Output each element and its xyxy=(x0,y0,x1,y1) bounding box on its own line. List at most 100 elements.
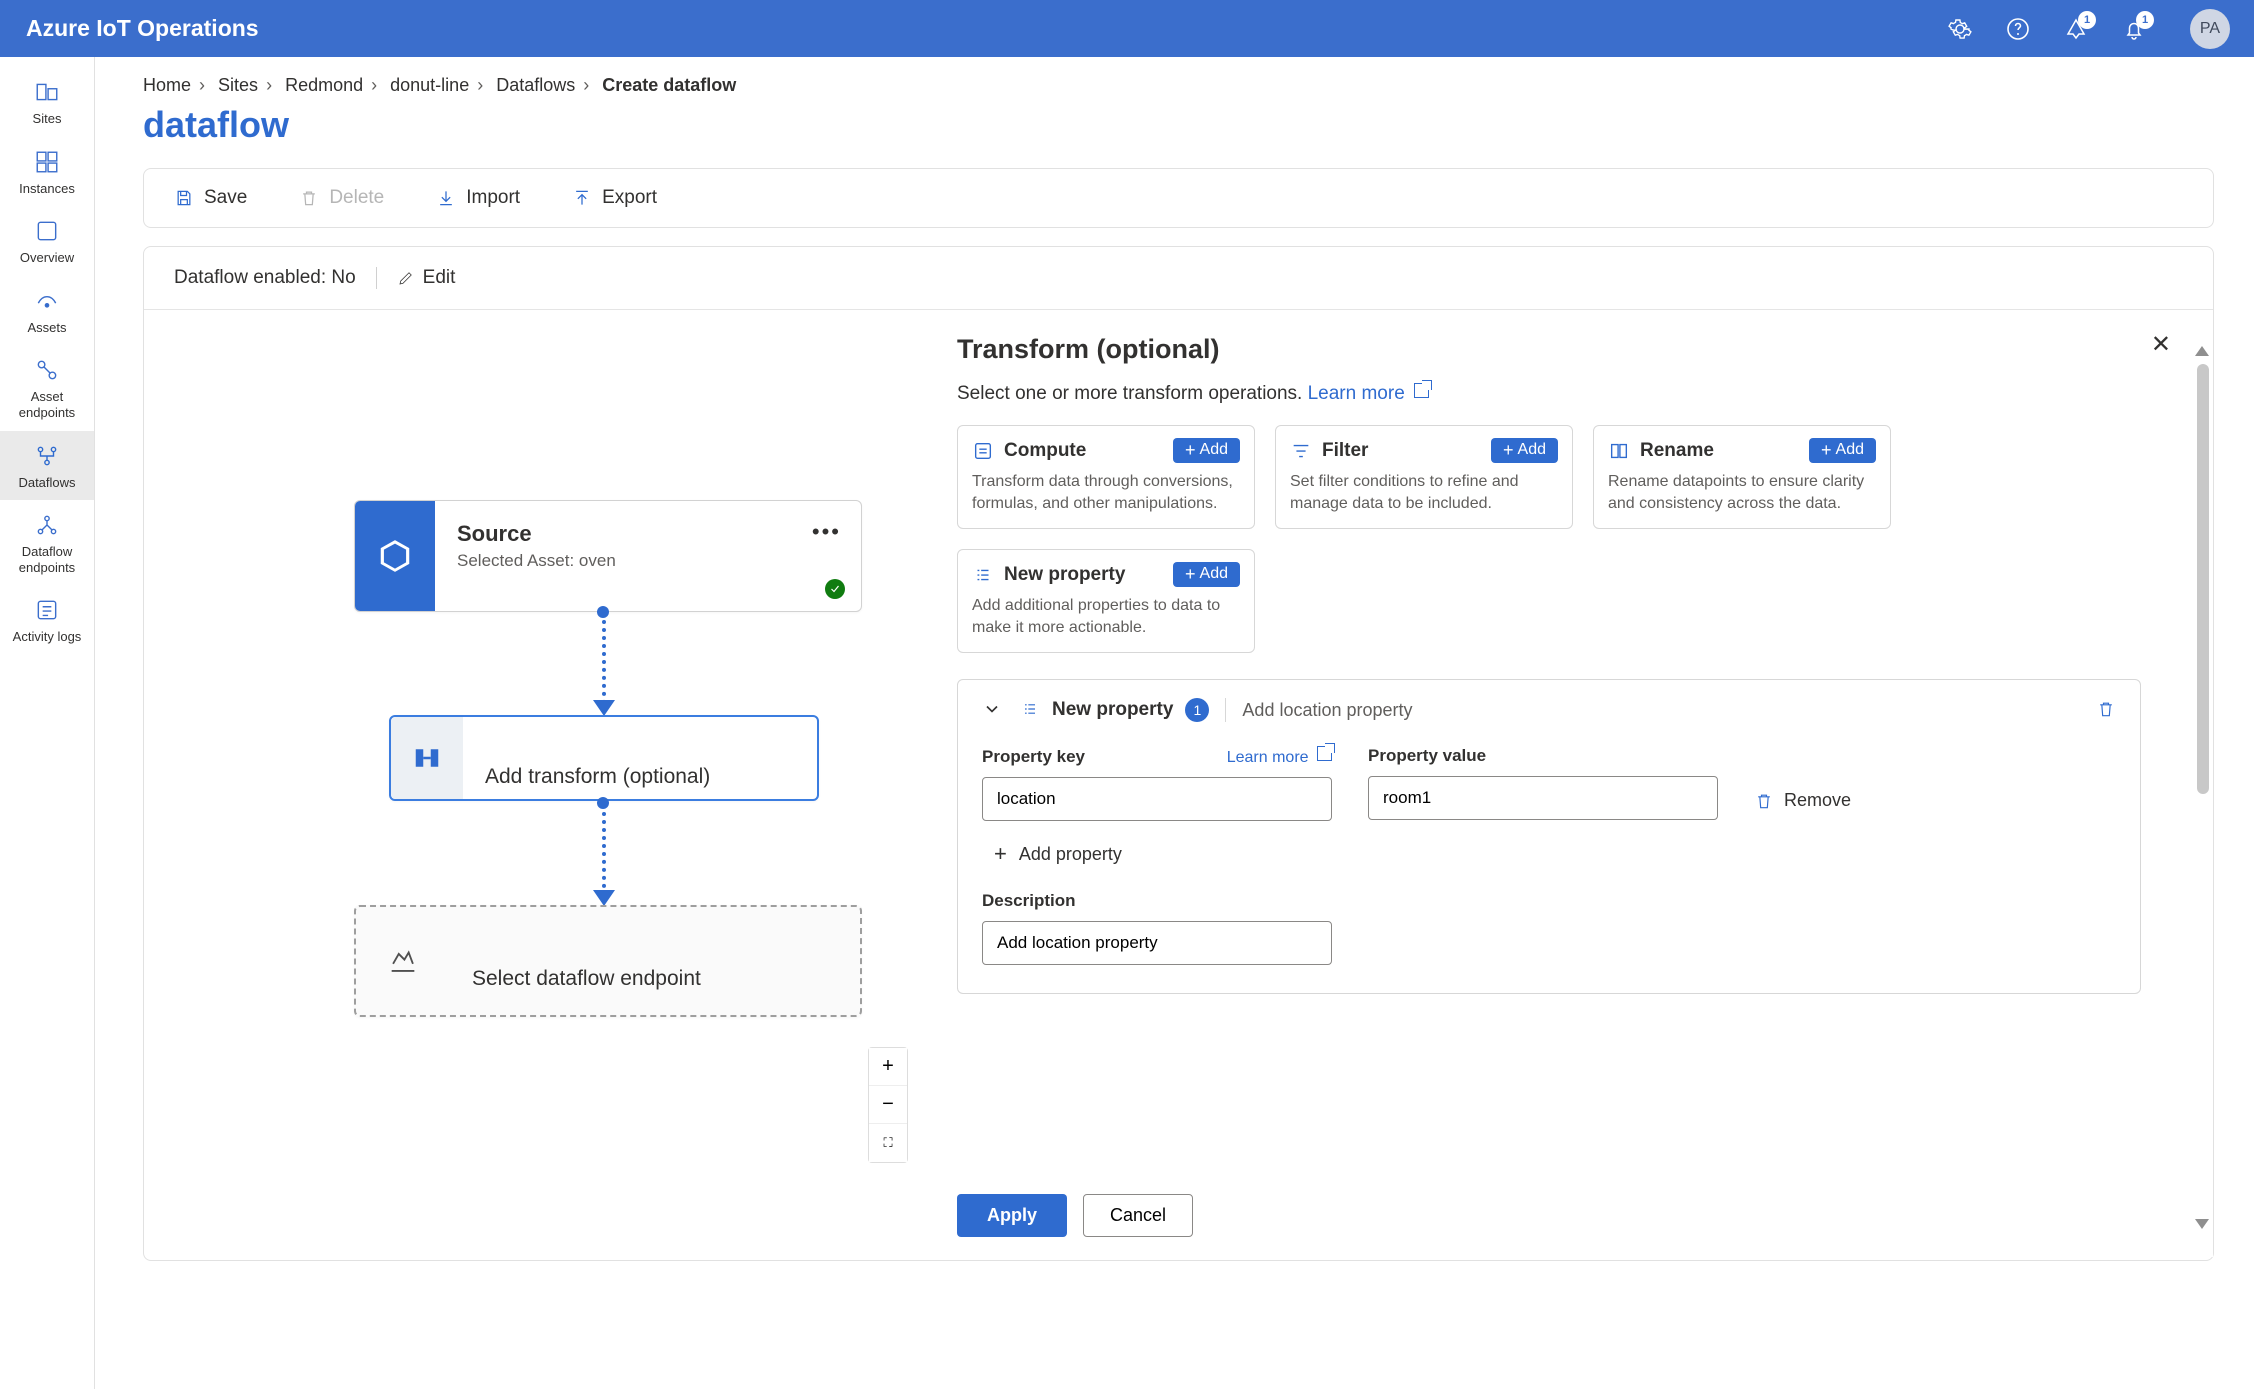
left-nav: Sites Instances Overview Assets Asset en… xyxy=(0,57,95,1389)
apply-button[interactable]: Apply xyxy=(957,1194,1067,1237)
page-title: dataflow xyxy=(143,104,2214,146)
zoom-out-button[interactable]: − xyxy=(869,1086,907,1124)
settings-icon[interactable] xyxy=(1948,17,1972,41)
learn-more-link[interactable]: Learn more xyxy=(1308,383,1429,404)
toolbar: Save Delete Import Export xyxy=(143,168,2214,228)
notifications-badge: 1 xyxy=(2136,11,2154,29)
nav-label: Overview xyxy=(20,250,74,266)
new-property-card: New property +Add Add additional propert… xyxy=(957,549,1255,653)
import-button[interactable]: Import xyxy=(436,187,520,209)
nav-label: Instances xyxy=(19,181,75,197)
description-input[interactable] xyxy=(982,921,1332,965)
breadcrumb-link[interactable]: Home xyxy=(143,75,191,95)
nav-activity-logs[interactable]: Activity logs xyxy=(0,585,94,655)
zoom-in-button[interactable]: + xyxy=(869,1048,907,1086)
topbar: Azure IoT Operations 1 1 PA xyxy=(0,0,2254,57)
compute-add-button[interactable]: +Add xyxy=(1173,438,1240,463)
zoom-fit-button[interactable]: ⛶ xyxy=(869,1124,907,1162)
newprop-add-button[interactable]: +Add xyxy=(1173,562,1240,587)
source-node[interactable]: Source Selected Asset: oven ••• xyxy=(354,500,862,612)
source-title: Source xyxy=(457,521,841,547)
breadcrumb-current: Create dataflow xyxy=(602,75,736,95)
breadcrumb-link[interactable]: Sites xyxy=(218,75,258,95)
nav-label: Asset endpoints xyxy=(4,389,90,420)
alerts-badge: 1 xyxy=(2078,11,2096,29)
transform-node[interactable]: Add transform (optional) xyxy=(389,715,819,801)
graph: Source Selected Asset: oven ••• xyxy=(144,310,924,1257)
rename-card: Rename +Add Rename datapoints to ensure … xyxy=(1593,425,1891,529)
export-button[interactable]: Export xyxy=(572,187,657,209)
breadcrumbs: Home› Sites› Redmond› donut-line› Datafl… xyxy=(143,75,2214,96)
description-label: Description xyxy=(982,891,2116,911)
section-heading: New property xyxy=(1052,699,1173,721)
chevron-down-icon[interactable] xyxy=(982,699,1004,722)
notifications-icon[interactable]: 1 xyxy=(2122,17,2146,41)
remove-property-link[interactable]: Remove xyxy=(1754,780,1851,821)
rename-add-button[interactable]: +Add xyxy=(1809,438,1876,463)
panel-subtitle: Select one or more transform operations.… xyxy=(957,383,2171,405)
nav-label: Dataflows xyxy=(18,475,75,491)
breadcrumb-link[interactable]: Redmond xyxy=(285,75,363,95)
filter-add-button[interactable]: +Add xyxy=(1491,438,1558,463)
filter-icon xyxy=(1290,440,1312,462)
scroll-down-icon[interactable] xyxy=(2195,1219,2209,1229)
section-row-desc: Add location property xyxy=(1242,700,2096,721)
panel-title: Transform (optional) xyxy=(957,334,2151,365)
canvas: Source Selected Asset: oven ••• xyxy=(144,310,2213,1257)
panel-close-icon[interactable]: ✕ xyxy=(2151,330,2171,359)
source-ok-badge xyxy=(825,579,845,599)
canvas-wrap: Dataflow enabled: No Edit Source xyxy=(143,246,2214,1261)
dataflow-enabled-label: Dataflow enabled: No xyxy=(174,267,356,289)
property-value-input[interactable] xyxy=(1368,776,1718,820)
source-more-icon[interactable]: ••• xyxy=(812,519,841,545)
transform-title: Add transform (optional) xyxy=(485,737,797,789)
alerts-icon[interactable]: 1 xyxy=(2064,17,2088,41)
nav-overview[interactable]: Overview xyxy=(0,206,94,276)
property-key-label: Property key Learn more xyxy=(982,746,1332,767)
nav-assets[interactable]: Assets xyxy=(0,276,94,346)
list-icon xyxy=(972,564,994,586)
breadcrumb-link[interactable]: Dataflows xyxy=(496,75,575,95)
property-count-badge: 1 xyxy=(1185,698,1209,722)
filter-card: Filter +Add Set filter conditions to ref… xyxy=(1275,425,1573,529)
nav-sites[interactable]: Sites xyxy=(0,67,94,137)
scrollbar[interactable] xyxy=(2197,364,2209,794)
save-button[interactable]: Save xyxy=(174,187,247,209)
nav-dataflow-endpoints[interactable]: Dataflow endpoints xyxy=(0,500,94,585)
list-icon xyxy=(1020,699,1040,722)
nav-label: Assets xyxy=(27,320,66,336)
nav-dataflows[interactable]: Dataflows xyxy=(0,431,94,501)
scroll-up-icon[interactable] xyxy=(2195,346,2209,356)
breadcrumb-link[interactable]: donut-line xyxy=(390,75,469,95)
compute-card: Compute +Add Transform data through conv… xyxy=(957,425,1255,529)
brand-title: Azure IoT Operations xyxy=(26,15,1948,42)
compute-icon xyxy=(972,440,994,462)
external-link-icon xyxy=(1414,383,1429,398)
delete-section-icon[interactable] xyxy=(2096,699,2116,722)
transform-icon xyxy=(391,717,463,799)
nav-label: Activity logs xyxy=(13,629,82,645)
endpoint-title: Select dataflow endpoint xyxy=(472,927,840,991)
property-key-input[interactable] xyxy=(982,777,1332,821)
cancel-button[interactable]: Cancel xyxy=(1083,1194,1193,1237)
endpoint-node[interactable]: Select dataflow endpoint xyxy=(354,905,862,1017)
dataflow-status-bar: Dataflow enabled: No Edit xyxy=(144,247,2213,310)
endpoint-icon xyxy=(356,907,450,1015)
edit-status-link[interactable]: Edit xyxy=(376,267,456,289)
delete-button: Delete xyxy=(299,187,384,209)
nav-label: Dataflow endpoints xyxy=(4,544,90,575)
key-learn-more-link[interactable]: Learn more xyxy=(1227,746,1332,767)
main-content: Home› Sites› Redmond› donut-line› Datafl… xyxy=(95,57,2254,1389)
add-property-link[interactable]: +Add property xyxy=(994,841,2116,867)
new-property-section: New property 1 Add location property Pro… xyxy=(957,679,2141,994)
avatar[interactable]: PA xyxy=(2190,9,2230,49)
nav-asset-endpoints[interactable]: Asset endpoints xyxy=(0,345,94,430)
source-subtitle: Selected Asset: oven xyxy=(457,551,841,571)
transform-panel: Transform (optional) ✕ Select one or mor… xyxy=(923,310,2213,1257)
nav-label: Sites xyxy=(33,111,62,127)
rename-icon xyxy=(1608,440,1630,462)
external-link-icon xyxy=(1317,746,1332,761)
nav-instances[interactable]: Instances xyxy=(0,137,94,207)
help-icon[interactable] xyxy=(2006,17,2030,41)
property-value-label: Property value xyxy=(1368,746,1718,766)
